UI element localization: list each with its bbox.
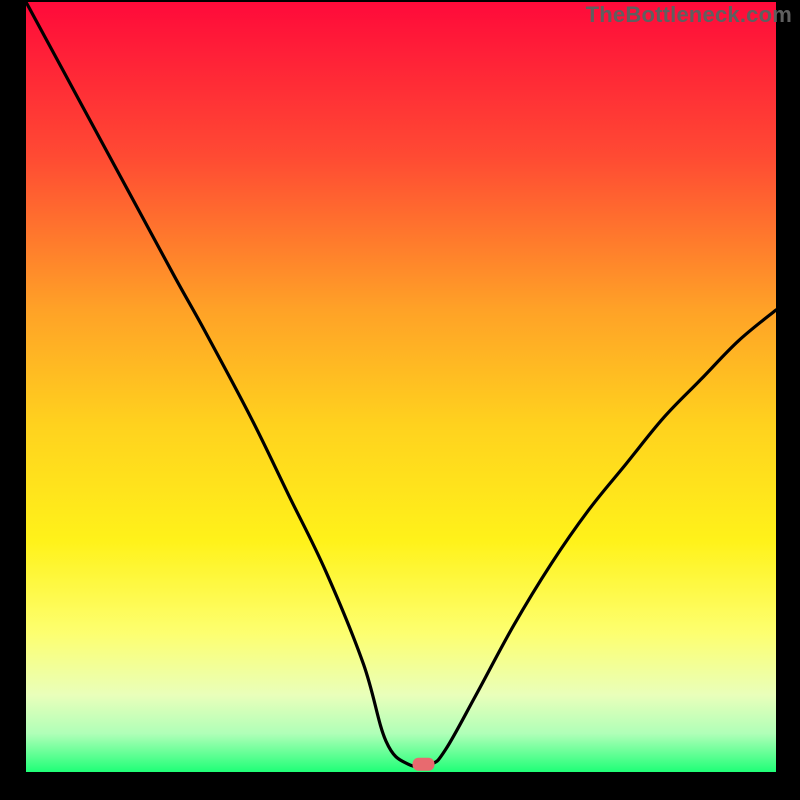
watermark-text: TheBottleneck.com <box>586 2 792 28</box>
bottleneck-chart <box>0 0 800 800</box>
plot-background <box>26 2 776 772</box>
optimum-marker <box>413 758 435 771</box>
chart-container: TheBottleneck.com <box>0 0 800 800</box>
